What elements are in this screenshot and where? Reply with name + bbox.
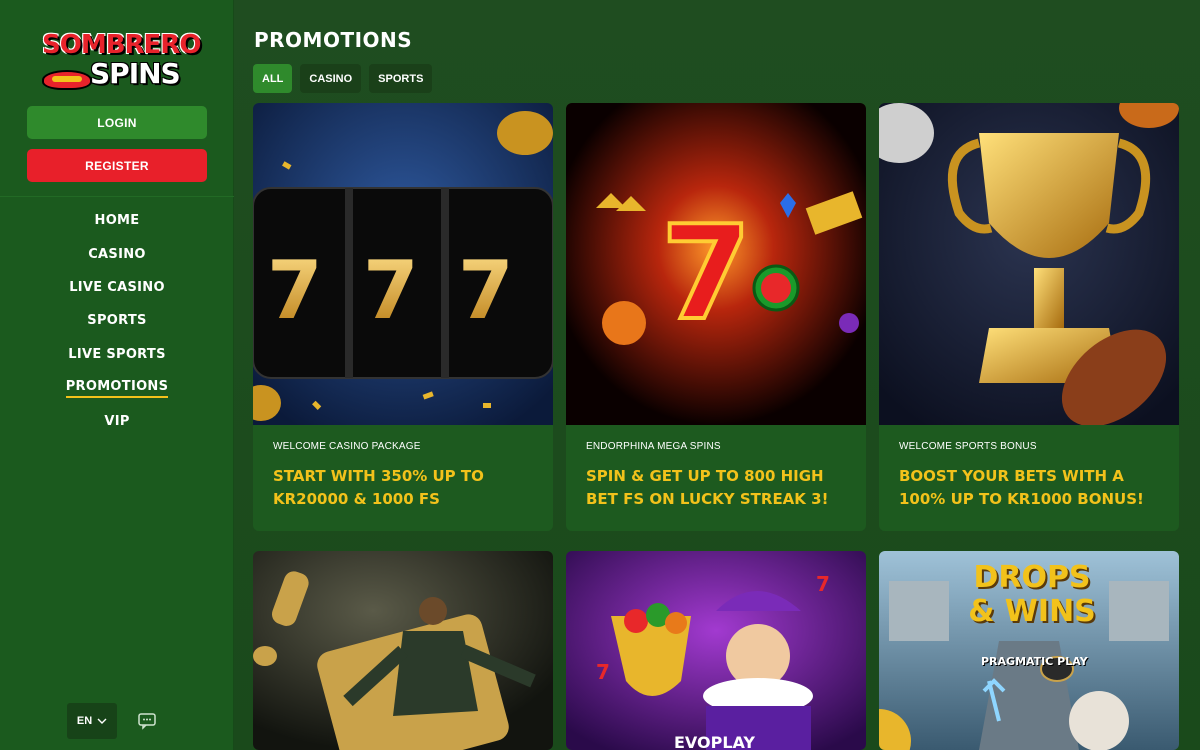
svg-text:7: 7 (596, 660, 610, 684)
chevron-down-icon (97, 718, 107, 724)
nav-item-live-casino[interactable]: LIVE CASINO (0, 272, 234, 305)
promo-card-sports-welcome[interactable]: WELCOME SPORTS BONUS BOOST YOUR BETS WIT… (879, 103, 1179, 531)
language-label: EN (76, 715, 93, 727)
promo-title: SPIN & GET UP TO 800 HIGH BET FS ON LUCK… (586, 467, 829, 508)
gold-trophy-image (879, 103, 1179, 425)
svg-text:7: 7 (363, 244, 419, 337)
evoplay-logo: EVOPLAY (674, 733, 755, 750)
nav-item-live-sports[interactable]: LIVE SPORTS (0, 339, 234, 372)
promo-card-football[interactable] (253, 551, 553, 750)
nav-item-home[interactable]: HOME (0, 205, 234, 238)
promo-subtitle: ENDORPHINA MEGA SPINS (586, 441, 721, 452)
sidebar-divider (0, 196, 234, 197)
login-button[interactable]: LOGIN (27, 106, 207, 139)
sidebar: SOMBRERO SPINS LOGIN REGISTER HOME CASIN… (0, 0, 234, 750)
svg-text:7: 7 (661, 197, 751, 349)
register-button[interactable]: REGISTER (27, 149, 207, 182)
promo-card-body: WELCOME SPORTS BONUS BOOST YOUR BETS WIT… (879, 425, 1179, 531)
svg-text:7: 7 (816, 572, 830, 596)
slot-reels-image: 7 7 7 (253, 103, 553, 425)
promo-card-drops-wins[interactable]: DROPS & WINS PRAGMATIC PLAY (879, 551, 1179, 750)
drops-wins-image: DROPS & WINS PRAGMATIC PLAY (879, 551, 1179, 750)
promo-subtitle: WELCOME SPORTS BONUS (899, 441, 1037, 452)
nav-item-label: SPORTS (87, 313, 147, 329)
main-nav: HOME CASINO LIVE CASINO SPORTS LIVE SPOR… (0, 205, 234, 439)
filter-sports[interactable]: SPORTS (369, 64, 433, 93)
promo-card-evoplay[interactable]: 7 7 EVOPLAY (566, 551, 866, 750)
nav-item-promotions[interactable]: PROMOTIONS (0, 372, 234, 405)
svg-text:7: 7 (458, 244, 514, 337)
language-selector[interactable]: EN (67, 703, 117, 739)
promo-title: START WITH 350% UP TO KR20000 & 1000 FS (273, 467, 484, 508)
promo-subtitle: WELCOME CASINO PACKAGE (273, 441, 421, 452)
chat-icon[interactable] (137, 711, 157, 731)
promo-card-casino-welcome[interactable]: 7 7 7 WELCOME CASINO PACKAGE START WITH … (253, 103, 553, 531)
filter-tabs: ALL CASINO SPORTS (253, 64, 433, 93)
nav-item-label: LIVE CASINO (69, 279, 165, 295)
nav-item-sports[interactable]: SPORTS (0, 305, 234, 338)
main-content: PROMOTIONS ALL CASINO SPORTS 7 7 7 WELCO… (234, 0, 1200, 750)
nav-item-label: LIVE SPORTS (68, 346, 166, 362)
jester-image: 7 7 EVOPLAY (566, 551, 866, 750)
drops-wins-logo: DROPS & WINS (968, 560, 1096, 629)
promo-card-endorphina[interactable]: 7 ENDORPHINA MEGA SPINS SPIN & GET UP TO… (566, 103, 866, 531)
sombrero-icon (42, 70, 92, 90)
page-title: PROMOTIONS (254, 28, 413, 52)
nav-item-vip[interactable]: VIP (0, 405, 234, 438)
nav-item-label: HOME (94, 213, 140, 229)
nav-item-label: CASINO (88, 246, 146, 262)
filter-all[interactable]: ALL (253, 64, 293, 93)
logo-line-2: SPINS (90, 57, 181, 90)
promo-title: BOOST YOUR BETS WITH A 100% UP TO KR1000… (899, 467, 1144, 508)
lucky-seven-image: 7 (566, 103, 866, 425)
nav-item-casino[interactable]: CASINO (0, 238, 234, 271)
nav-item-label: VIP (104, 413, 130, 429)
nav-item-label: PROMOTIONS (65, 379, 169, 399)
football-player-image (253, 551, 553, 750)
pragmatic-play-logo: PRAGMATIC PLAY (981, 655, 1088, 668)
logo-line-1: SOMBRERO (42, 30, 201, 60)
promo-card-body: ENDORPHINA MEGA SPINS SPIN & GET UP TO 8… (566, 425, 866, 531)
site-logo[interactable]: SOMBRERO SPINS (40, 30, 201, 94)
filter-casino[interactable]: CASINO (300, 64, 362, 93)
promo-card-body: WELCOME CASINO PACKAGE START WITH 350% U… (253, 425, 553, 531)
svg-text:7: 7 (267, 244, 323, 337)
